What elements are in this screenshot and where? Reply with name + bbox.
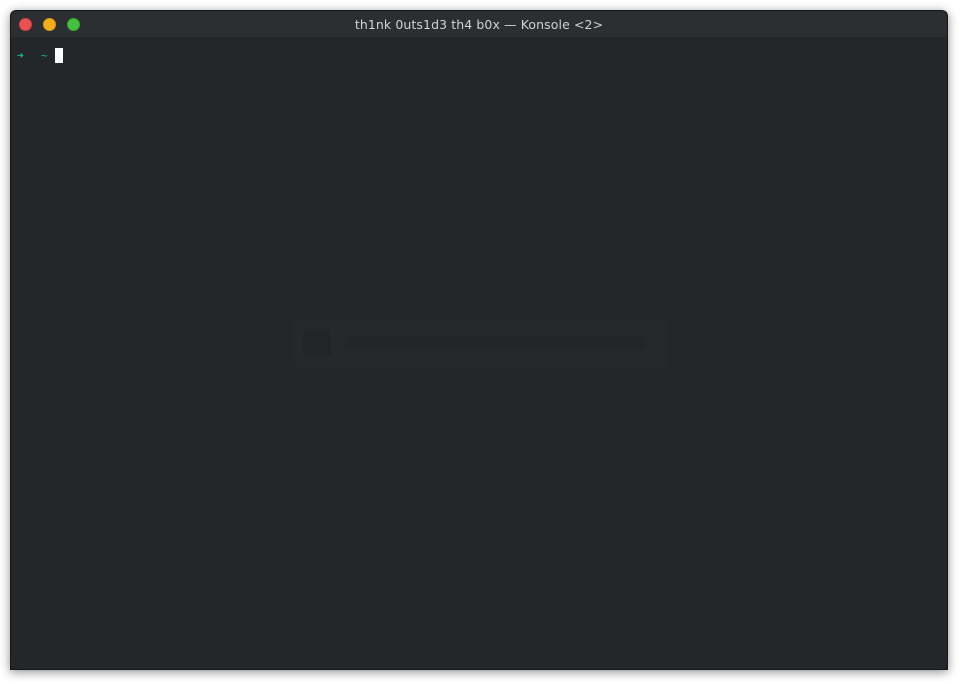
prompt-line: ➜ ~ <box>17 47 63 63</box>
maximize-icon[interactable] <box>67 18 80 31</box>
title-bar[interactable]: th1nk 0uts1d3 th4 b0x — Konsole <2> <box>11 11 947 37</box>
prompt-arrow-icon: ➜ <box>17 48 24 62</box>
watermark-bar <box>345 336 645 350</box>
window-title: th1nk 0uts1d3 th4 b0x — Konsole <2> <box>354 16 604 32</box>
watermark-icon <box>303 329 331 357</box>
close-icon[interactable] <box>19 18 32 31</box>
prompt-cwd: ~ <box>41 48 48 62</box>
terminal-area[interactable]: ➜ ~ <box>11 37 947 669</box>
background-watermark <box>295 319 667 367</box>
text-cursor <box>54 47 63 63</box>
konsole-window: th1nk 0uts1d3 th4 b0x — Konsole <2> ➜ ~ <box>10 10 948 670</box>
minimize-icon[interactable] <box>43 18 56 31</box>
